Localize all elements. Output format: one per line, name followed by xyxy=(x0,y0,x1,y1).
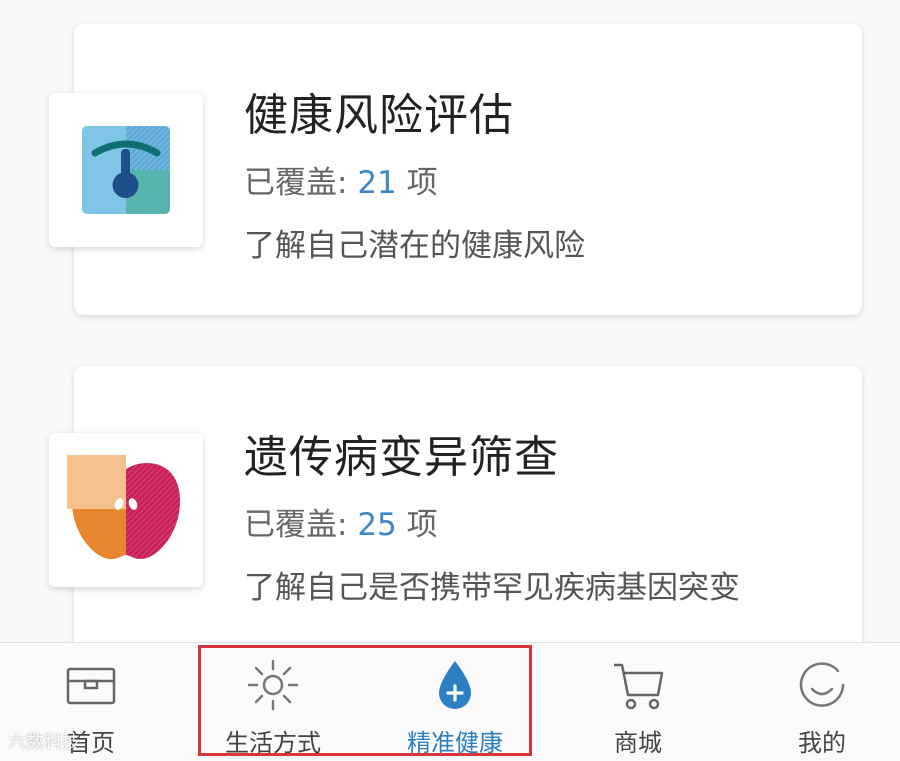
tab-label: 精准健康 xyxy=(407,729,503,757)
genetic-apple-icon xyxy=(49,433,203,587)
tab-precision-health[interactable]: 精准健康 xyxy=(395,643,515,761)
card-coverage: 已覆盖: 21 项 xyxy=(244,157,438,202)
card-description: 了解自己潜在的健康风险 xyxy=(244,228,585,264)
cart-icon xyxy=(614,663,664,710)
tab-label: 生活方式 xyxy=(225,729,321,757)
card-title: 健康风险评估 xyxy=(244,90,514,141)
home-box-icon xyxy=(66,667,116,705)
tab-mine[interactable]: 我的 xyxy=(762,643,882,761)
tab-label: 我的 xyxy=(798,729,846,757)
sun-icon xyxy=(247,659,299,711)
card-description: 了解自己是否携带罕见疾病基因突变 xyxy=(244,570,740,606)
coverage-count: 21 xyxy=(357,165,397,201)
card-coverage: 已覆盖: 25 项 xyxy=(244,499,438,544)
smile-icon xyxy=(799,662,845,707)
tab-lifestyle[interactable]: 生活方式 xyxy=(213,643,333,761)
coverage-suffix: 项 xyxy=(396,507,438,543)
coverage-prefix: 已覆盖: xyxy=(244,507,358,543)
drop-plus-icon xyxy=(439,661,471,709)
tab-label: 商城 xyxy=(614,729,662,757)
coverage-prefix: 已覆盖: xyxy=(244,165,358,201)
watermark: 六数科技 xyxy=(8,732,80,753)
health-risk-gauge-icon xyxy=(49,93,203,247)
card-title: 遗传病变异筛查 xyxy=(244,432,559,483)
coverage-count: 25 xyxy=(357,507,397,543)
bottom-tab-bar: 首页 生活方式 精准健康 商城 我的 xyxy=(0,642,900,761)
coverage-suffix: 项 xyxy=(396,165,438,201)
tab-mall[interactable]: 商城 xyxy=(578,643,698,761)
